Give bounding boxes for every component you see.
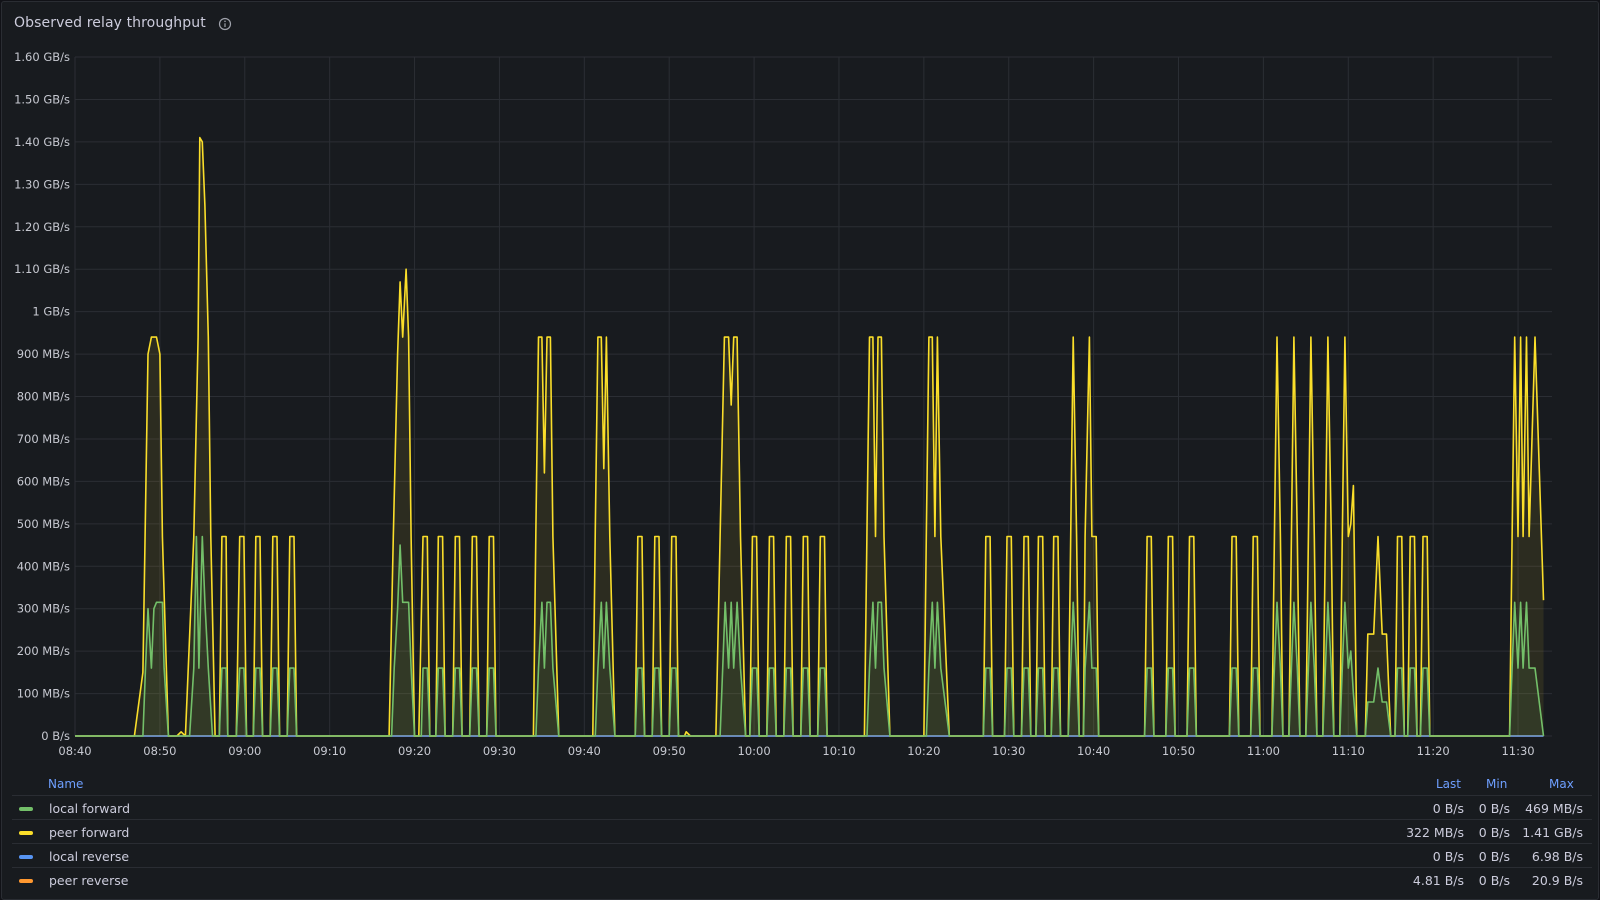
x-tick-label: 09:40 xyxy=(568,744,601,758)
x-tick-label: 09:50 xyxy=(653,744,686,758)
y-tick-label: 1 GB/s xyxy=(32,305,70,319)
legend-row-peer-reverse[interactable]: peer reverse 4.81 B/s 0 B/s 20.9 B/s xyxy=(12,867,1592,891)
x-tick-label: 09:30 xyxy=(483,744,516,758)
series-color-swatch xyxy=(19,831,33,835)
legend-header-min[interactable]: Min xyxy=(1486,777,1507,791)
y-tick-label: 0 B/s xyxy=(41,729,70,743)
legend-row-local-forward[interactable]: local forward 0 B/s 0 B/s 469 MB/s xyxy=(12,795,1592,819)
y-tick-label: 700 MB/s xyxy=(17,432,70,446)
y-tick-label: 1.20 GB/s xyxy=(14,220,70,234)
x-tick-label: 10:10 xyxy=(822,744,855,758)
x-tick-label: 08:50 xyxy=(143,744,176,758)
y-tick-label: 1.10 GB/s xyxy=(14,262,70,276)
legend-series-name[interactable]: local reverse xyxy=(49,849,129,864)
y-tick-label: 200 MB/s xyxy=(17,644,70,658)
legend-min-value: 0 B/s xyxy=(1478,825,1510,840)
legend-header: Name Last Min Max xyxy=(12,773,1592,795)
y-tick-label: 900 MB/s xyxy=(17,347,70,361)
legend-header-name[interactable]: Name xyxy=(48,777,83,791)
x-tick-label: 08:40 xyxy=(58,744,91,758)
legend-max-value: 469 MB/s xyxy=(1525,801,1583,816)
x-tick-label: 09:10 xyxy=(313,744,346,758)
y-tick-label: 500 MB/s xyxy=(17,517,70,531)
x-tick-label: 10:20 xyxy=(907,744,940,758)
legend-max-value: 20.9 B/s xyxy=(1531,873,1583,888)
legend-min-value: 0 B/s xyxy=(1478,873,1510,888)
legend-series-name[interactable]: peer reverse xyxy=(49,873,128,888)
legend-min-value: 0 B/s xyxy=(1478,849,1510,864)
x-tick-label: 09:00 xyxy=(228,744,261,758)
y-tick-label: 1.30 GB/s xyxy=(14,177,70,191)
y-tick-label: 400 MB/s xyxy=(17,559,70,573)
legend-last-value: 4.81 B/s xyxy=(1412,873,1464,888)
timeseries-panel: Observed relay throughput 0 B/s 100 MB/s 2… xyxy=(1,1,1599,900)
legend-row-peer-forward[interactable]: peer forward 322 MB/s 0 B/s 1.41 GB/s xyxy=(12,819,1592,843)
legend-last-value: 0 B/s xyxy=(1432,801,1464,816)
legend-row-local-reverse[interactable]: local reverse 0 B/s 0 B/s 6.98 B/s xyxy=(12,843,1592,867)
x-tick-label: 11:20 xyxy=(1417,744,1450,758)
legend-header-max[interactable]: Max xyxy=(1549,777,1574,791)
y-tick-label: 800 MB/s xyxy=(17,390,70,404)
y-tick-label: 1.50 GB/s xyxy=(14,92,70,106)
legend-series-name[interactable]: peer forward xyxy=(49,825,129,840)
x-tick-label: 09:20 xyxy=(398,744,431,758)
series-color-swatch xyxy=(19,855,33,859)
legend-header-last[interactable]: Last xyxy=(1436,777,1461,791)
legend-table: Name Last Min Max local forward 0 B/s 0 … xyxy=(12,773,1592,891)
series-color-swatch xyxy=(19,807,33,811)
throughput-chart[interactable]: 0 B/s 100 MB/s 200 MB/s 300 MB/s 400 MB/s 500… xyxy=(2,2,1598,772)
series-line-peer-forward xyxy=(75,136,1545,737)
y-tick-label: 1.40 GB/s xyxy=(14,135,70,149)
legend-max-value: 6.98 B/s xyxy=(1531,849,1583,864)
y-tick-label: 600 MB/s xyxy=(17,474,70,488)
x-tick-label: 10:30 xyxy=(992,744,1025,758)
y-tick-label: 300 MB/s xyxy=(17,602,70,616)
legend-max-value: 1.41 GB/s xyxy=(1522,825,1583,840)
legend-min-value: 0 B/s xyxy=(1478,801,1510,816)
legend-last-value: 322 MB/s xyxy=(1406,825,1464,840)
x-tick-label: 10:40 xyxy=(1077,744,1110,758)
x-tick-label: 11:00 xyxy=(1247,744,1280,758)
x-tick-label: 10:50 xyxy=(1162,744,1195,758)
y-tick-label: 100 MB/s xyxy=(17,687,70,701)
y-tick-label: 1.60 GB/s xyxy=(14,50,70,64)
legend-last-value: 0 B/s xyxy=(1432,849,1464,864)
legend-series-name[interactable]: local forward xyxy=(49,801,130,816)
x-tick-label: 11:30 xyxy=(1501,744,1534,758)
series-color-swatch xyxy=(19,879,33,883)
x-tick-label: 11:10 xyxy=(1332,744,1365,758)
x-tick-label: 10:00 xyxy=(738,744,771,758)
